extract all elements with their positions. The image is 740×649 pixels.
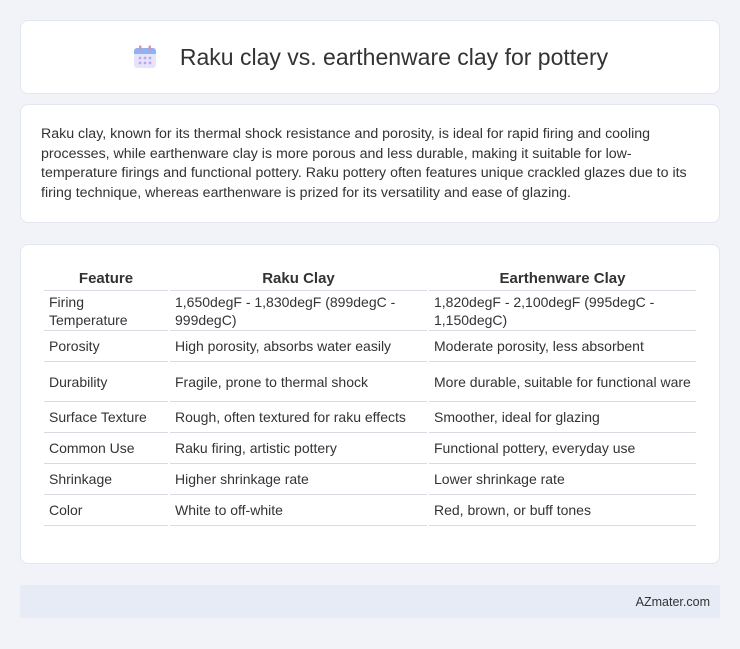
table-row: Durability Fragile, prone to thermal sho… bbox=[44, 362, 696, 402]
table-row: Common Use Raku firing, artistic pottery… bbox=[44, 433, 696, 464]
comparison-table-card: Feature Raku Clay Earthenware Clay Firin… bbox=[20, 244, 720, 564]
earthenware-cell: Moderate porosity, less absorbent bbox=[429, 331, 696, 362]
raku-cell: Raku firing, artistic pottery bbox=[170, 433, 427, 464]
raku-cell: High porosity, absorbs water easily bbox=[170, 331, 427, 362]
footer-bar: AZmater.com bbox=[20, 585, 720, 618]
table-row: Shrinkage Higher shrinkage rate Lower sh… bbox=[44, 464, 696, 495]
earthenware-cell: Lower shrinkage rate bbox=[429, 464, 696, 495]
column-header-raku: Raku Clay bbox=[170, 265, 427, 291]
column-header-earthenware: Earthenware Clay bbox=[429, 265, 696, 291]
feature-cell: Common Use bbox=[44, 433, 168, 464]
table-row: Surface Texture Rough, often textured fo… bbox=[44, 402, 696, 433]
description-card: Raku clay, known for its thermal shock r… bbox=[20, 104, 720, 223]
earthenware-cell: Red, brown, or buff tones bbox=[429, 495, 696, 526]
feature-cell: Surface Texture bbox=[44, 402, 168, 433]
table-row: Color White to off-white Red, brown, or … bbox=[44, 495, 696, 526]
raku-cell: Higher shrinkage rate bbox=[170, 464, 427, 495]
earthenware-cell: Functional pottery, everyday use bbox=[429, 433, 696, 464]
table-header-row: Feature Raku Clay Earthenware Clay bbox=[44, 265, 696, 291]
raku-cell: Fragile, prone to thermal shock bbox=[170, 362, 427, 402]
column-header-feature: Feature bbox=[44, 265, 168, 291]
description-text: Raku clay, known for its thermal shock r… bbox=[41, 126, 687, 201]
earthenware-cell: More durable, suitable for functional wa… bbox=[429, 362, 696, 402]
comparison-table: Feature Raku Clay Earthenware Clay Firin… bbox=[42, 265, 698, 526]
earthenware-cell: 1,820degF - 2,100degF (995degC - 1,150de… bbox=[429, 291, 696, 331]
feature-cell: Color bbox=[44, 495, 168, 526]
raku-cell: 1,650degF - 1,830degF (899degC - 999degC… bbox=[170, 291, 427, 331]
footer-brand[interactable]: AZmater.com bbox=[636, 595, 710, 609]
feature-cell: Shrinkage bbox=[44, 464, 168, 495]
feature-cell: Firing Temperature bbox=[44, 291, 168, 331]
feature-cell: Porosity bbox=[44, 331, 168, 362]
table-row: Porosity High porosity, absorbs water ea… bbox=[44, 331, 696, 362]
raku-cell: White to off-white bbox=[170, 495, 427, 526]
title-card: Raku clay vs. earthenware clay for potte… bbox=[20, 20, 720, 94]
table-row: Firing Temperature 1,650degF - 1,830degF… bbox=[44, 291, 696, 331]
calendar-icon bbox=[133, 45, 156, 68]
earthenware-cell: Smoother, ideal for glazing bbox=[429, 402, 696, 433]
feature-cell: Durability bbox=[44, 362, 168, 402]
page-title: Raku clay vs. earthenware clay for potte… bbox=[179, 43, 609, 70]
raku-cell: Rough, often textured for raku effects bbox=[170, 402, 427, 433]
